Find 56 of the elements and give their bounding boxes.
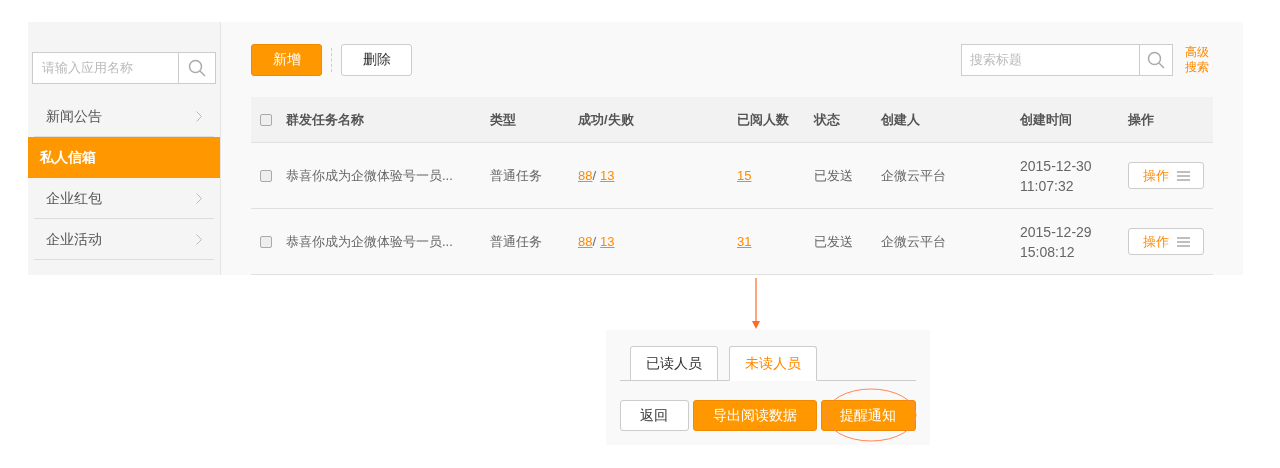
sidebar-item[interactable]: 私人信箱 [28,137,220,178]
export-button[interactable]: 导出阅读数据 [692,400,817,431]
advanced-search-link[interactable]: 高级搜索 [1185,44,1213,75]
task-name: 恭喜你成为企微体验号一员... [286,167,453,183]
search-button[interactable] [1140,43,1173,76]
created-time: 15:08:12 [1020,242,1076,262]
row-checkbox[interactable] [260,235,272,248]
column-header: 创建人 [881,111,920,127]
created-time: 11:07:32 [1020,176,1075,196]
fail-count-link[interactable]: 13 [600,231,615,252]
sidebar-search-field[interactable]: 请输入应用名称 [32,52,179,84]
column-header: 创建时间 [1020,111,1072,127]
fail-count-link[interactable]: 13 [600,165,615,186]
column-header: 群发任务名称 [286,111,364,127]
select-all-checkbox[interactable] [260,113,272,126]
search-button[interactable] [179,52,216,84]
column-header: 已阅人数 [737,111,789,127]
delete-button[interactable]: 删除 [341,43,412,76]
success-count-link[interactable]: 88 [578,165,593,186]
slash-text: / [592,232,597,251]
status-text: 已发送 [814,167,853,183]
creator-text: 企微云平台 [881,167,946,183]
created-date: 2015-12-29 [1020,222,1093,242]
status-text: 已发送 [814,233,853,249]
success-count-link[interactable]: 88 [578,231,593,252]
tab[interactable]: 未读人员 [729,346,817,381]
column-header: 状态 [814,111,840,127]
column-header: 操作 [1128,111,1154,127]
task-type: 普通任务 [490,233,542,249]
creator-text: 企微云平台 [881,233,946,249]
search-icon[interactable] [188,59,206,77]
chevron-icon [196,192,202,204]
sidebar-item[interactable]: 企业红包 [34,178,214,219]
add-button[interactable]: 新增 [251,43,322,76]
back-button[interactable]: 返回 [620,400,689,431]
action-menu-button[interactable]: 操作 [1128,228,1204,255]
chevron-icon [196,110,202,122]
remind-button[interactable]: 提醒通知 [820,400,916,431]
read-count-link[interactable]: 15 [737,167,752,183]
task-type: 普通任务 [490,167,542,183]
sidebar-item[interactable]: 企业活动 [34,219,214,260]
menu-icon [1176,170,1190,181]
read-count-link[interactable]: 31 [737,233,752,249]
arrow [751,278,761,330]
task-name: 恭喜你成为企微体验号一员... [286,233,453,249]
created-date: 2015-12-30 [1020,156,1093,176]
column-header: 成功/失败 [578,111,634,127]
action-menu-button[interactable]: 操作 [1128,162,1204,189]
column-header: 类型 [490,111,516,127]
menu-icon [1176,236,1190,247]
tab[interactable]: 已读人员 [630,346,718,381]
search-icon[interactable] [1147,50,1165,69]
title-search-field[interactable]: 搜索标题 [961,43,1140,76]
row-checkbox[interactable] [260,169,272,182]
slash-text: / [592,166,597,185]
chevron-icon [196,233,202,245]
